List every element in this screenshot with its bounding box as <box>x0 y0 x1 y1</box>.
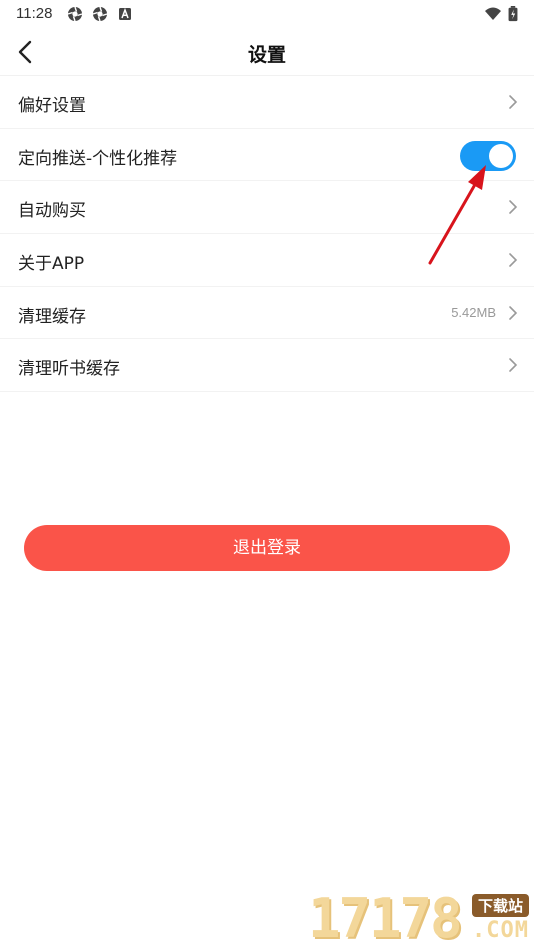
toggle-knob <box>489 143 513 168</box>
watermark-domain: .COM <box>472 918 529 943</box>
personalized-push-toggle[interactable] <box>460 140 516 171</box>
wifi-icon <box>485 7 501 20</box>
nav-bar: 设置 <box>0 28 534 76</box>
settings-row-auto-purchase[interactable]: 自动购买 <box>0 181 534 235</box>
row-label: 偏好设置 <box>18 96 86 116</box>
chevron-right-icon <box>509 200 518 215</box>
chevron-right-icon <box>509 358 518 373</box>
status-time: 11:28 <box>16 5 53 22</box>
settings-row-clear-audiobook-cache[interactable]: 清理听书缓存 <box>0 339 534 393</box>
settings-row-clear-cache[interactable]: 清理缓存 5.42MB <box>0 287 534 340</box>
watermark-number: 17178 <box>308 887 463 950</box>
row-label: 关于APP <box>18 254 85 275</box>
aperture-icon <box>67 6 83 22</box>
page-title: 设置 <box>247 44 286 66</box>
cache-size-value: 5.42MB <box>451 304 496 320</box>
chevron-right-icon <box>509 305 518 320</box>
chevron-right-icon <box>509 253 518 267</box>
settings-row-preferences[interactable]: 偏好设置 <box>0 76 534 129</box>
aperture-icon <box>92 6 108 22</box>
watermark-badge: 下载站 <box>472 894 530 917</box>
battery-icon <box>508 6 518 22</box>
row-label: 自动购买 <box>18 201 86 222</box>
row-label: 定向推送-个性化推荐 <box>18 148 178 169</box>
watermark-logo: 17178 下载站 .COM <box>308 888 534 950</box>
app-a-icon <box>119 7 131 20</box>
status-bar: 11:28 <box>0 0 534 28</box>
settings-list: 偏好设置 定向推送-个性化推荐 自动购买 关于APP 清理缓存 5.42MB 清… <box>0 76 534 393</box>
logout-button[interactable]: 退出登录 <box>24 525 510 571</box>
chevron-right-icon <box>509 95 518 109</box>
settings-row-personalized-push: 定向推送-个性化推荐 <box>0 129 534 182</box>
row-label: 清理听书缓存 <box>18 359 120 380</box>
settings-row-about-app[interactable]: 关于APP <box>0 234 534 287</box>
row-label: 清理缓存 <box>18 306 86 327</box>
